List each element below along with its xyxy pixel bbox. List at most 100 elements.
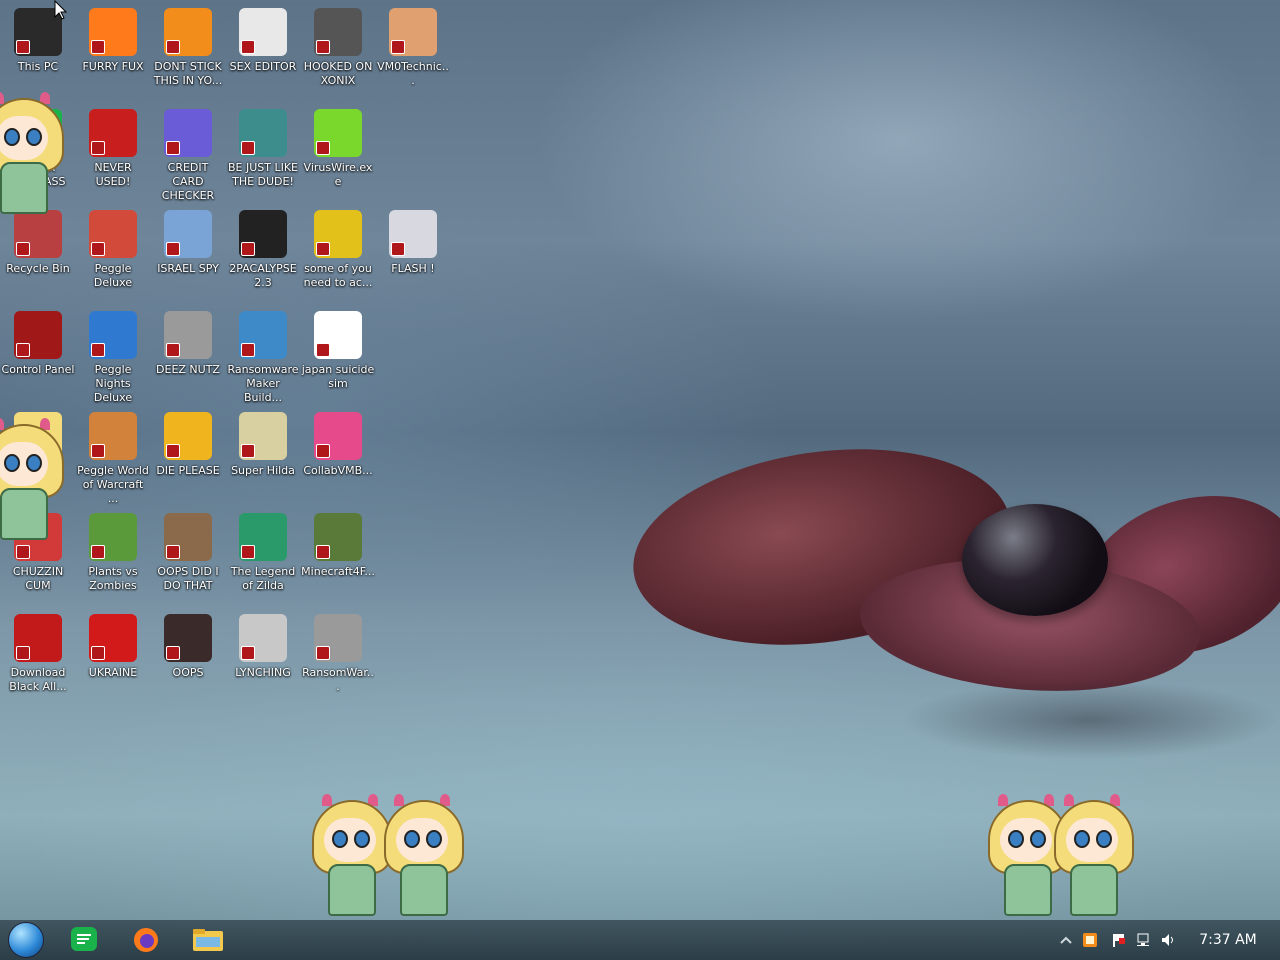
notepad-green-icon	[71, 927, 97, 951]
desktop-icon[interactable]: BE JUST LIKE THE DUDE!	[225, 103, 301, 199]
desktop-icon-label: some of you need to ac...	[303, 262, 373, 289]
desktop-icon[interactable]: Minecraft4F...	[300, 507, 376, 603]
desktop-icon-label: VirusWire.exe	[303, 161, 373, 188]
shortcut-arrow-icon	[241, 40, 255, 54]
firefox-icon	[134, 928, 158, 952]
desktop-icon-label: Ransomware Maker Build...	[227, 363, 299, 404]
desktop-icon[interactable]: DEEZ NUTZ	[150, 305, 226, 401]
desktop-icon[interactable]: RansomWar...	[300, 608, 376, 704]
desktop-pet-character[interactable]	[0, 92, 64, 216]
desktop-icon[interactable]: Super Hilda	[225, 406, 301, 502]
shortcut-arrow-icon	[391, 40, 405, 54]
shortcut-arrow-icon	[241, 343, 255, 357]
desktop-icon-label: CREDIT CARD CHECKER	[161, 161, 215, 202]
doctor-icon	[389, 8, 437, 56]
shortcut-arrow-icon	[166, 40, 180, 54]
desktop-icon[interactable]: VM0Technic...	[375, 2, 451, 98]
desktop-icon[interactable]: VirusWire.exe	[300, 103, 376, 199]
desktop-icon-label: FURRY FUX	[82, 60, 144, 73]
desktop-icon-label: VM0Technic...	[377, 60, 449, 87]
limewire-icon	[314, 109, 362, 157]
shortcut-arrow-icon	[91, 40, 105, 54]
desktop-icon[interactable]: Plants vs Zombies	[75, 507, 151, 603]
desktop-icon[interactable]: 2PACALYPSE 2.3	[225, 204, 301, 300]
dude-globe-icon	[239, 109, 287, 157]
pixel-dog-icon	[239, 412, 287, 460]
desktop-icon-label: Download Black All...	[9, 666, 67, 693]
terminal-icon	[239, 210, 287, 258]
desktop-icon[interactable]: OOPS	[150, 608, 226, 704]
desktop-icon[interactable]: Ransomware Maker Build...	[225, 305, 301, 404]
taskbar-clock[interactable]: 7:37 AM	[1192, 932, 1264, 948]
desktop-icon-label: This PC	[17, 60, 59, 73]
skull-icon	[314, 614, 362, 662]
desktop-icon[interactable]: UKRAINE	[75, 608, 151, 704]
desktop-icon[interactable]: Peggle World of Warcraft ...	[75, 406, 151, 505]
desktop-icon-label: The Legend of Zilda	[230, 565, 296, 592]
taskbar-file-explorer-button[interactable]	[188, 924, 228, 956]
taskbar-notepad-button[interactable]	[64, 924, 104, 956]
desktop-icon-label: DIE PLEASE	[156, 464, 220, 477]
shortcut-arrow-icon	[316, 545, 330, 559]
shortcut-arrow-icon	[316, 444, 330, 458]
chevron-up-icon[interactable]	[1058, 932, 1074, 948]
desktop-pet-character[interactable]	[0, 418, 64, 542]
desktop-icon[interactable]: Peggle Nights Deluxe	[75, 305, 151, 404]
desktop-icon[interactable]: CollabVMB...	[300, 406, 376, 502]
start-button[interactable]	[6, 922, 46, 958]
volume-icon[interactable]	[1160, 932, 1176, 948]
wallpaper-water-droplet	[962, 504, 1108, 616]
desktop-icon[interactable]: ISRAEL SPY	[150, 204, 226, 300]
shortcut-arrow-icon	[91, 444, 105, 458]
taskbar-firefox-button[interactable]	[126, 924, 166, 956]
shortcut-arrow-icon	[16, 242, 30, 256]
zipper-icon	[239, 614, 287, 662]
desktop-icon[interactable]: LYNCHING	[225, 608, 301, 704]
desktop-icon[interactable]: Control Panel	[0, 305, 76, 401]
shortcut-arrow-icon	[91, 141, 105, 155]
desktop-icon[interactable]: Download Black All...	[0, 608, 76, 704]
desktop-icon[interactable]: OOPS DID I DO THAT	[150, 507, 226, 603]
folder-icon	[193, 929, 223, 951]
shortcut-arrow-icon	[241, 444, 255, 458]
desktop-icon[interactable]: some of you need to ac...	[300, 204, 376, 300]
desktop-icon[interactable]: FURRY FUX	[75, 2, 151, 98]
desktop-icon[interactable]: The Legend of Zilda	[225, 507, 301, 603]
desktop-icon-label: UKRAINE	[88, 666, 138, 679]
desktop-icon[interactable]: DIE PLEASE	[150, 406, 226, 502]
desktop-icon[interactable]: HOOKED ON XONIX	[300, 2, 376, 98]
shortcut-arrow-icon	[241, 141, 255, 155]
desktop-icon-label: BE JUST LIKE THE DUDE!	[227, 161, 299, 188]
desktop-icon[interactable]: NEVER USED!	[75, 103, 151, 199]
shortcut-arrow-icon	[166, 646, 180, 660]
app-tray-icon[interactable]	[1082, 932, 1098, 948]
shortcut-arrow-icon	[391, 242, 405, 256]
desktop-icon[interactable]: SEX EDITOR	[225, 2, 301, 98]
shortcut-arrow-icon	[241, 545, 255, 559]
window-builder-icon	[239, 311, 287, 359]
desktop-icon[interactable]: DONT STICK THIS IN YO...	[150, 2, 226, 98]
desktop-icon-label: Super Hilda	[231, 464, 295, 477]
hxd-hex-editor-icon	[239, 8, 287, 56]
beaver-icon	[314, 210, 362, 258]
network-icon[interactable]	[1136, 932, 1152, 948]
desktop-pet-character[interactable]	[1050, 794, 1134, 918]
flash-icon	[389, 210, 437, 258]
desktop-icon-label: OOPS DID I DO THAT	[157, 565, 219, 592]
desktop-icon[interactable]: Recycle Bin	[0, 204, 76, 300]
desktop-pet-character[interactable]	[380, 794, 464, 918]
shortcut-arrow-icon	[16, 646, 30, 660]
peggle-nights-icon	[89, 311, 137, 359]
shortcut-arrow-icon	[91, 646, 105, 660]
desktop-icon-label: RansomWar...	[302, 666, 374, 693]
desktop-icon-label: CHUZZIN CUM	[12, 565, 64, 592]
desktop-icon[interactable]: FLASH !	[375, 204, 451, 300]
desktop-icon[interactable]: japan suicide sim	[300, 305, 376, 401]
desktop-icon[interactable]: CREDIT CARD CHECKER	[150, 103, 226, 202]
black-orb-icon	[14, 614, 62, 662]
start-orb-icon	[8, 922, 44, 958]
desktop-icon-label: FLASH !	[391, 262, 435, 275]
desktop-icon[interactable]: Peggle Deluxe	[75, 204, 151, 300]
flag-icon[interactable]	[1110, 932, 1126, 948]
credit-card-icon	[164, 109, 212, 157]
